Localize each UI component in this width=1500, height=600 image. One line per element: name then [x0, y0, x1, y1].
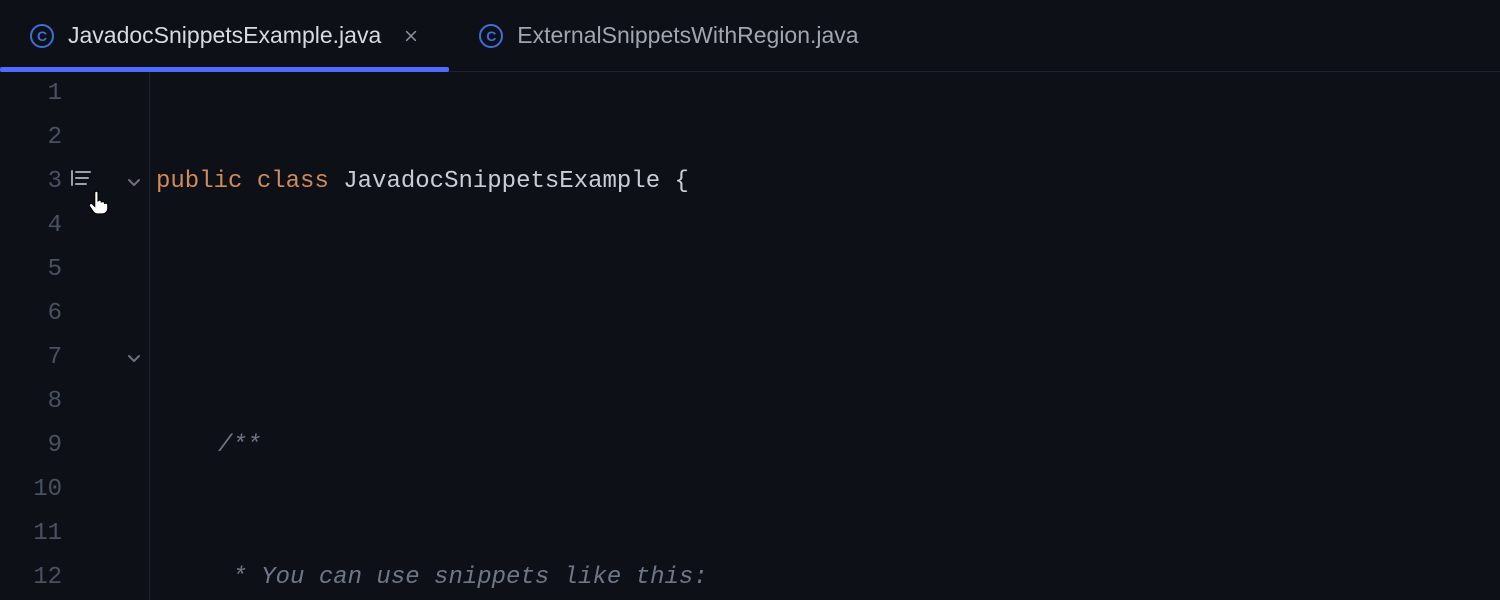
chevron-down-icon — [126, 350, 142, 366]
line-number: 11 — [0, 512, 62, 556]
code-line[interactable] — [156, 292, 1500, 336]
line-number: 6 — [0, 292, 62, 336]
render-doc-icon[interactable] — [70, 160, 92, 204]
tab-bar: C JavadocSnippetsExample.java C External… — [0, 0, 1500, 72]
code-line[interactable]: * You can use snippets like this: — [156, 556, 1500, 600]
line-number: 9 — [0, 424, 62, 468]
editor: 1 2 3 4 5 6 7 8 9 10 11 12 — [0, 72, 1500, 600]
tab-label: JavadocSnippetsExample.java — [68, 22, 381, 49]
tab-external-snippets-with-region[interactable]: C ExternalSnippetsWithRegion.java — [449, 0, 886, 71]
line-number: 5 — [0, 248, 62, 292]
tab-javadoc-snippets-example[interactable]: C JavadocSnippetsExample.java — [0, 0, 449, 71]
line-number: 4 — [0, 204, 62, 248]
tab-label: ExternalSnippetsWithRegion.java — [517, 22, 858, 49]
line-number: 7 — [0, 336, 62, 380]
class-file-icon: C — [30, 24, 54, 48]
chevron-down-icon — [126, 174, 142, 190]
code-area[interactable]: public class JavadocSnippetsExample { /*… — [150, 72, 1500, 600]
line-number: 1 — [0, 72, 62, 116]
code-line[interactable]: /** — [156, 424, 1500, 468]
line-number: 2 — [0, 116, 62, 160]
line-number: 10 — [0, 468, 62, 512]
line-number: 3 — [0, 160, 62, 204]
code-line[interactable]: public class JavadocSnippetsExample { — [156, 160, 1500, 204]
line-number: 8 — [0, 380, 62, 424]
close-icon — [404, 29, 418, 43]
fold-toggle[interactable] — [124, 336, 144, 380]
fold-toggle[interactable] — [124, 160, 144, 204]
class-file-icon: C — [479, 24, 503, 48]
gutter: 1 2 3 4 5 6 7 8 9 10 11 12 — [0, 72, 150, 600]
line-number: 12 — [0, 556, 62, 600]
close-tab-button[interactable] — [401, 26, 421, 46]
